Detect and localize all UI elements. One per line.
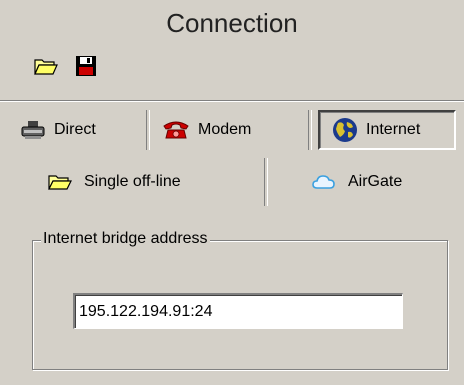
connection-type-tabs: Direct Modem Internet [8, 108, 464, 152]
save-button[interactable] [70, 50, 102, 82]
tab-direct-label: Direct [54, 121, 96, 138]
subtab-divider [264, 158, 268, 206]
tab-internet-label: Internet [366, 121, 421, 138]
airgate-option[interactable]: AirGate [312, 160, 402, 204]
bridge-address-input[interactable] [73, 293, 403, 329]
window-title: Connection [166, 8, 298, 38]
cable-connector-icon [20, 120, 46, 140]
tab-direct[interactable]: Direct [8, 110, 146, 150]
tab-internet[interactable]: Internet [318, 110, 456, 150]
single-offline-label: Single off-line [84, 173, 181, 190]
airgate-label: AirGate [348, 173, 403, 190]
tab-modem[interactable]: Modem [150, 110, 308, 150]
header-separator [0, 100, 464, 102]
globe-icon [332, 117, 358, 143]
floppy-disk-icon [75, 55, 97, 77]
folder-open-icon [34, 56, 58, 76]
tab-modem-label: Modem [198, 121, 252, 138]
internet-bridge-group-label: Internet bridge address [41, 230, 210, 248]
open-button[interactable] [30, 50, 62, 82]
toolbar [30, 50, 102, 82]
connection-panel: Connection Direct Modem Internet Single … [0, 0, 464, 385]
telephone-icon [162, 120, 190, 140]
internet-mode-options: Single off-line AirGate [0, 158, 464, 206]
folder-icon [48, 173, 72, 191]
single-offline-option[interactable]: Single off-line [48, 160, 181, 204]
cloud-icon [312, 174, 336, 190]
tab-divider [308, 110, 312, 150]
internet-bridge-group: Internet bridge address [32, 230, 448, 370]
